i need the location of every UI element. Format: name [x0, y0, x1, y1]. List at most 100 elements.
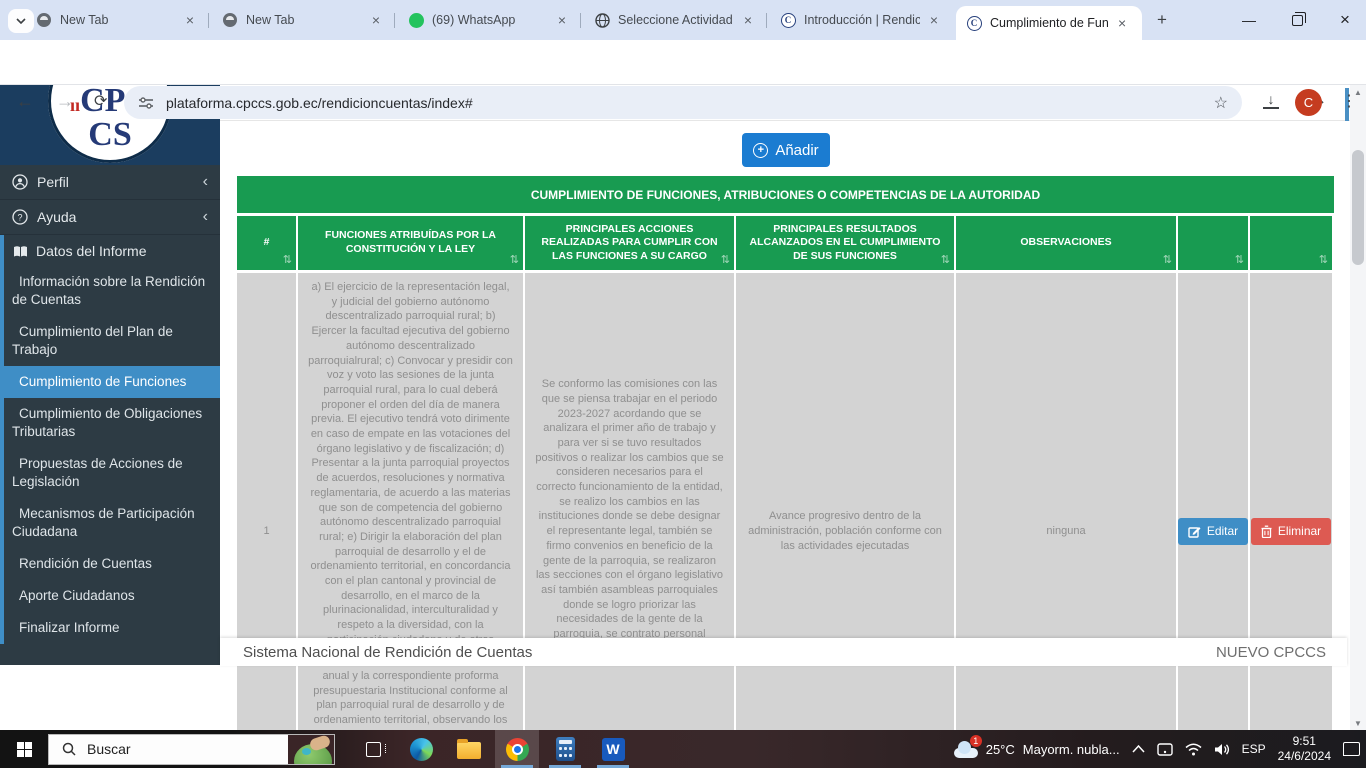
clock-date: 24/6/2024: [1278, 749, 1331, 764]
tab-close-icon[interactable]: ×: [370, 12, 382, 28]
browser-menu-button[interactable]: ⋮: [1341, 91, 1357, 111]
svg-text:?: ?: [17, 212, 22, 222]
url-text[interactable]: plataforma.cpccs.gob.ec/rendicioncuentas…: [166, 95, 473, 111]
column-header-eliminar[interactable]: ⇅: [1250, 216, 1332, 270]
word-icon: W: [602, 738, 625, 761]
column-header-num[interactable]: #⇅: [237, 216, 298, 270]
sidebar-item-finalizar[interactable]: Finalizar Informe: [4, 612, 220, 644]
column-header-funciones[interactable]: FUNCIONES ATRIBUÍDAS POR LA CONSTITUCIÓN…: [298, 216, 525, 270]
tab-cumplimiento-active[interactable]: C Cumplimiento de Fun ×: [956, 6, 1142, 40]
cpccs-favicon-icon: C: [780, 12, 796, 28]
sidebar-item-obligaciones[interactable]: Cumplimiento de Obligaciones Tributarias: [4, 398, 220, 448]
cell-funciones-continuation: anual y la correspondiente proforma pres…: [298, 666, 525, 740]
window-minimize-button[interactable]: —: [1232, 0, 1266, 40]
search-icon: [62, 742, 76, 756]
taskbar-word[interactable]: W: [591, 730, 635, 768]
sidebar-item-ayuda[interactable]: ? Ayuda ‹: [0, 200, 220, 235]
search-highlight-graphic[interactable]: [288, 735, 334, 765]
reload-button[interactable]: ⟳: [94, 91, 107, 111]
tray-chevron-up-icon[interactable]: [1132, 745, 1145, 753]
tab-introduccion[interactable]: C Introducción | Rendic ×: [770, 0, 950, 40]
edit-button[interactable]: Editar: [1178, 518, 1248, 545]
volume-icon[interactable]: [1214, 743, 1230, 756]
page-footer: Sistema Nacional de Rendición de Cuentas…: [220, 638, 1347, 666]
taskbar-clock[interactable]: 9:51 24/6/2024: [1278, 734, 1331, 764]
sort-icon: ⇅: [1319, 253, 1328, 267]
tab-title: New Tab: [246, 13, 362, 27]
site-settings-icon[interactable]: [138, 96, 154, 110]
book-icon: [12, 243, 28, 259]
new-tab-button[interactable]: +: [1150, 8, 1174, 32]
display-device-icon[interactable]: [1157, 743, 1173, 756]
tab-close-icon[interactable]: ×: [742, 12, 754, 28]
cpccs-favicon-icon: C: [966, 15, 982, 31]
sort-icon: ⇅: [721, 253, 730, 267]
sidebar-item-plan-trabajo[interactable]: Cumplimiento del Plan de Trabajo: [4, 316, 220, 366]
folder-icon: [457, 742, 481, 759]
delete-button[interactable]: Eliminar: [1251, 518, 1331, 545]
tab-title: Seleccione Actividad: [618, 13, 734, 27]
wifi-icon[interactable]: [1185, 743, 1202, 756]
sort-icon: ⇅: [1235, 253, 1244, 267]
sidebar-item-label: Perfil: [37, 174, 69, 190]
system-tray: 1 25°C Mayorm. nubla... ESP 9:51 24/6/20…: [952, 730, 1360, 768]
whatsapp-favicon-icon: [408, 12, 424, 28]
tab-new-tab-2[interactable]: New Tab ×: [212, 0, 392, 40]
sidebar-item-cumplimiento-funciones[interactable]: Cumplimiento de Funciones: [0, 366, 220, 398]
back-button[interactable]: ←: [16, 91, 34, 112]
sort-icon: ⇅: [283, 253, 292, 267]
windows-logo-icon: [17, 742, 32, 757]
column-header-acciones[interactable]: PRINCIPALES ACCIONES REALIZADAS PARA CUM…: [525, 216, 736, 270]
tab-separator: [394, 13, 395, 28]
tab-close-icon[interactable]: ×: [928, 12, 940, 28]
action-center-icon[interactable]: [1343, 742, 1360, 756]
sidebar-item-rendicion[interactable]: Rendición de Cuentas: [4, 548, 220, 580]
sidebar-item-aporte[interactable]: Aporte Ciudadanos: [4, 580, 220, 612]
column-header-observaciones[interactable]: OBSERVACIONES⇅: [956, 216, 1178, 270]
cell-empty: [956, 666, 1178, 740]
taskbar-chrome[interactable]: [495, 730, 539, 768]
sidebar-item-informacion[interactable]: Información sobre la Rendición de Cuenta…: [4, 266, 220, 316]
language-indicator[interactable]: ESP: [1242, 742, 1266, 756]
add-button[interactable]: + Añadir: [742, 133, 830, 167]
window-close-button[interactable]: ×: [1328, 0, 1362, 40]
sidebar-section-datos[interactable]: Datos del Informe: [4, 235, 220, 266]
add-button-label: Añadir: [775, 142, 818, 159]
tab-seleccione-actividad[interactable]: Seleccione Actividad ×: [584, 0, 764, 40]
sidebar-item-mecanismos[interactable]: Mecanismos de Participación Ciudadana: [4, 498, 220, 548]
column-header-resultados[interactable]: PRINCIPALES RESULTADOS ALCANZADOS EN EL …: [736, 216, 956, 270]
forward-button[interactable]: →: [56, 91, 74, 112]
profile-avatar[interactable]: C: [1295, 89, 1322, 116]
scroll-down-arrow[interactable]: ▼: [1350, 716, 1366, 730]
help-icon: ?: [12, 209, 28, 225]
start-button[interactable]: [0, 730, 48, 768]
scrollbar-thumb[interactable]: [1352, 150, 1364, 265]
sidebar-item-perfil[interactable]: Perfil ‹: [0, 165, 220, 200]
bookmark-star-icon[interactable]: ☆: [1214, 93, 1228, 113]
table-title-banner: CUMPLIMIENTO DE FUNCIONES, ATRIBUCIONES …: [237, 176, 1334, 213]
tab-new-tab-1[interactable]: New Tab ×: [26, 0, 206, 40]
edit-icon: [1188, 525, 1201, 538]
sidebar: ııCPCCS Perfil ‹ ? Ayuda ‹ Datos del Inf…: [0, 85, 220, 665]
weather-widget[interactable]: 1 25°C Mayorm. nubla...: [952, 741, 1120, 758]
window-restore-button[interactable]: [1280, 0, 1314, 40]
tab-close-icon[interactable]: ×: [184, 12, 196, 28]
downloads-button[interactable]: ↓: [1263, 92, 1279, 109]
sidebar-item-propuestas[interactable]: Propuestas de Acciones de Legislación: [4, 448, 220, 498]
task-view-button[interactable]: [351, 730, 395, 768]
tab-title: Introducción | Rendic: [804, 13, 920, 27]
tab-whatsapp[interactable]: (69) WhatsApp ×: [398, 0, 578, 40]
task-view-icon: [366, 742, 381, 757]
cell-empty: [237, 666, 298, 740]
page-scrollbar[interactable]: ▲ ▼: [1350, 85, 1366, 730]
column-header-editar[interactable]: ⇅: [1178, 216, 1250, 270]
address-bar[interactable]: plataforma.cpccs.gob.ec/rendicioncuentas…: [124, 86, 1242, 119]
taskbar-search-box[interactable]: Buscar: [48, 734, 335, 765]
taskbar-edge[interactable]: [399, 730, 443, 768]
taskbar-file-explorer[interactable]: [447, 730, 491, 768]
plus-circle-icon: +: [753, 143, 768, 158]
tab-close-icon[interactable]: ×: [556, 12, 568, 28]
tab-close-icon[interactable]: ×: [1116, 15, 1128, 31]
taskbar-calculator[interactable]: [543, 730, 587, 768]
search-placeholder: Buscar: [87, 741, 131, 757]
